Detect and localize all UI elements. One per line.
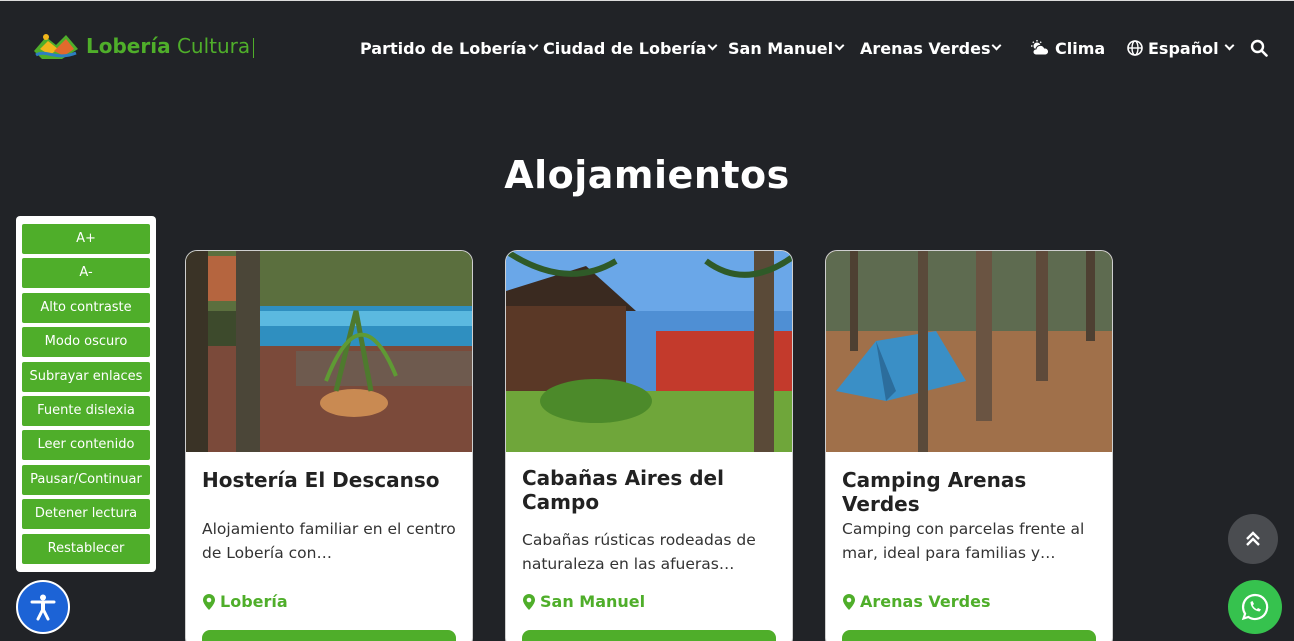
card-location: San Manuel (522, 592, 645, 611)
map-pin-icon (203, 593, 215, 610)
card-action-button[interactable] (202, 630, 456, 641)
accessibility-icon (30, 594, 56, 621)
weather-link[interactable]: Clima (1030, 37, 1105, 59)
nav-item-label: Partido de Lobería (360, 38, 527, 58)
accommodation-card[interactable]: Cabañas Aires del Campo Cabañas rústicas… (505, 250, 793, 641)
card-title[interactable]: Hostería El Descanso (202, 468, 456, 492)
language-label: Español (1148, 38, 1219, 58)
card-location: Lobería (202, 592, 288, 611)
cloud-sun-icon (1031, 40, 1049, 56)
nav-item-label: San Manuel (728, 38, 834, 58)
nav-item-san-manuel[interactable]: San Manuel (728, 37, 845, 59)
search-button[interactable] (1250, 37, 1273, 59)
stop-reading-button[interactable]: Detener lectura (22, 499, 150, 530)
high-contrast-button[interactable]: Alto contraste (22, 292, 150, 323)
chevron-down-icon (528, 40, 539, 51)
nav-item-partido[interactable]: Partido de Lobería (360, 37, 539, 59)
chevron-down-icon (707, 40, 718, 51)
nav-item-arenas-verdes[interactable]: Arenas Verdes (860, 37, 1002, 59)
card-action-button[interactable] (842, 630, 1096, 641)
font-decrease-button[interactable]: A- (22, 258, 150, 289)
card-title[interactable]: Cabañas Aires del Campo (522, 466, 776, 514)
card-image-camping (826, 251, 1112, 452)
scroll-to-top-button[interactable] (1228, 514, 1278, 564)
card-location-label: Lobería (220, 592, 288, 611)
nav-item-ciudad[interactable]: Ciudad de Lobería (543, 37, 718, 59)
brand-name-bold: Lobería (86, 34, 171, 58)
map-pin-icon (523, 593, 535, 610)
brand-name: Lobería Cultura (86, 34, 255, 58)
globe-icon (1127, 40, 1143, 56)
card-location: Arenas Verdes (842, 592, 990, 611)
double-chevron-up-icon (1246, 531, 1260, 546)
search-icon (1250, 39, 1268, 57)
map-pin-icon (843, 593, 855, 610)
whatsapp-button[interactable] (1228, 580, 1282, 634)
pause-resume-button[interactable]: Pausar/Continuar (22, 464, 150, 495)
logo-divider (253, 37, 255, 58)
accessibility-panel: A+ A- Alto contraste Modo oscuro Subraya… (16, 216, 156, 572)
chevron-down-icon (834, 40, 845, 51)
dark-mode-button[interactable]: Modo oscuro (22, 327, 150, 358)
page-title: Alojamientos (504, 153, 790, 197)
language-selector[interactable]: Español (1127, 37, 1235, 59)
card-location-label: San Manuel (540, 592, 646, 611)
brand-logo[interactable]: Lobería Cultura (32, 28, 255, 64)
accommodation-card[interactable]: Camping Arenas Verdes Camping con parcel… (825, 250, 1113, 641)
site-header: Lobería Cultura Partido de Lobería Ciuda… (0, 1, 1294, 91)
chevron-down-icon (992, 40, 1002, 51)
card-location-label: Arenas Verdes (860, 592, 991, 611)
whatsapp-icon (1241, 593, 1269, 621)
accessibility-toggle-button[interactable] (16, 580, 70, 634)
dyslexia-font-button[interactable]: Fuente dislexia (22, 395, 150, 426)
card-description: Camping con parcelas frente al mar, idea… (842, 520, 1085, 562)
card-action-button[interactable] (522, 630, 776, 641)
weather-label: Clima (1055, 38, 1106, 58)
underline-links-button[interactable]: Subrayar enlaces (22, 361, 150, 392)
card-image-cabins (506, 251, 792, 452)
loberia-logo-icon (34, 34, 78, 59)
card-title[interactable]: Camping Arenas Verdes (842, 468, 1096, 516)
card-description: Cabañas rústicas rodeadas de naturaleza … (522, 531, 756, 573)
accommodation-card[interactable]: Hostería El Descanso Alojamiento familia… (185, 250, 473, 641)
card-image-pool (186, 251, 472, 452)
chevron-down-icon (1224, 40, 1235, 51)
brand-name-light: Cultura (176, 34, 251, 58)
read-content-button[interactable]: Leer contenido (22, 430, 150, 461)
card-description: Alojamiento familiar en el centro de Lob… (202, 520, 456, 562)
font-increase-button[interactable]: A+ (22, 224, 150, 254)
nav-item-label: Arenas Verdes (860, 38, 991, 58)
reset-button[interactable]: Restablecer (22, 533, 150, 564)
nav-item-label: Ciudad de Lobería (543, 38, 707, 58)
